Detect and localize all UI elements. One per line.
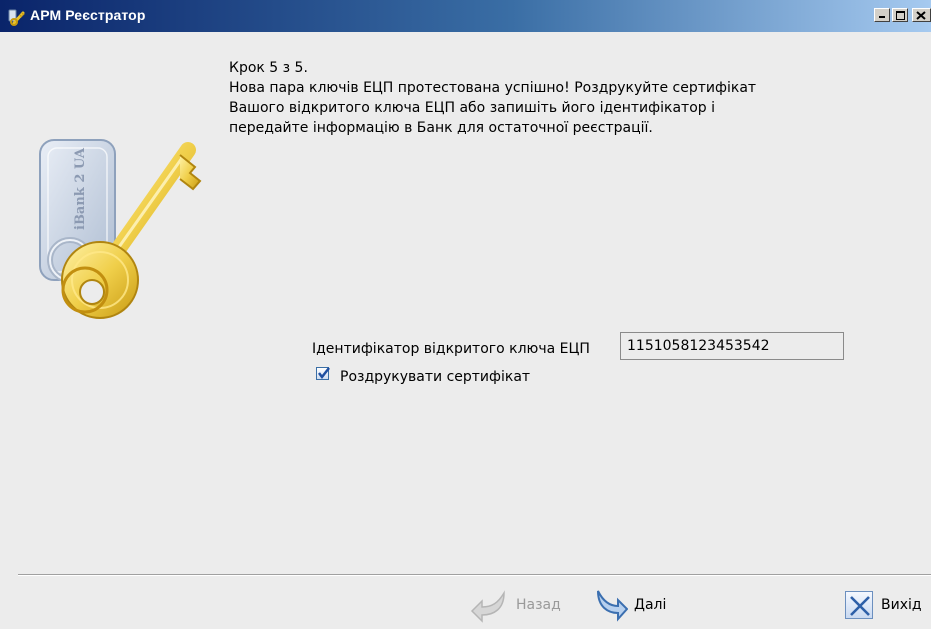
checkmark-icon — [318, 367, 330, 380]
close-icon — [916, 11, 926, 20]
exit-button-label: Вихід — [881, 597, 922, 613]
exit-button[interactable]: Вихід — [845, 585, 922, 625]
back-button-label: Назад — [516, 597, 561, 613]
title-bar[interactable]: АРМ Реєстратор — [0, 0, 931, 32]
print-certificate-label[interactable]: Роздрукувати сертифікат — [340, 369, 530, 385]
message-line: Вашого відкритого ключа ЕЦП або запишіть… — [229, 100, 715, 116]
key-id-field[interactable] — [620, 332, 844, 360]
key-id-label: Ідентифікатор відкритого ключа ЕЦП — [312, 341, 590, 357]
window-title: АРМ Реєстратор — [30, 7, 146, 23]
app-icon — [8, 9, 25, 26]
message-line: Нова пара ключів ЕЦП протестована успішн… — [229, 80, 757, 96]
step-indicator: Крок 5 з 5. — [229, 60, 308, 76]
maximize-button[interactable] — [892, 8, 908, 22]
print-certificate-checkbox[interactable] — [316, 367, 330, 380]
registrar-window: АРМ Реєстратор iBank 2 UA Крок 5 з 5. Но… — [0, 0, 931, 629]
back-button[interactable]: Назад — [470, 585, 561, 625]
message-line: передайте інформацію в Банк для остаточн… — [229, 120, 653, 136]
next-button[interactable]: Далі — [592, 585, 666, 625]
ibank-key-logo: iBank 2 UA — [39, 139, 202, 319]
minimize-button[interactable] — [874, 8, 890, 22]
next-arrow-icon — [597, 590, 628, 622]
close-icon — [850, 596, 870, 616]
logo-text: iBank 2 UA — [73, 147, 88, 230]
next-button-label: Далі — [634, 597, 667, 613]
exit-icon-box — [845, 591, 873, 619]
wizard-message: Крок 5 з 5. Нова пара ключів ЕЦП протест… — [229, 58, 869, 138]
close-button[interactable] — [912, 8, 931, 22]
footer-separator — [18, 574, 931, 576]
back-arrow-icon — [470, 590, 505, 623]
